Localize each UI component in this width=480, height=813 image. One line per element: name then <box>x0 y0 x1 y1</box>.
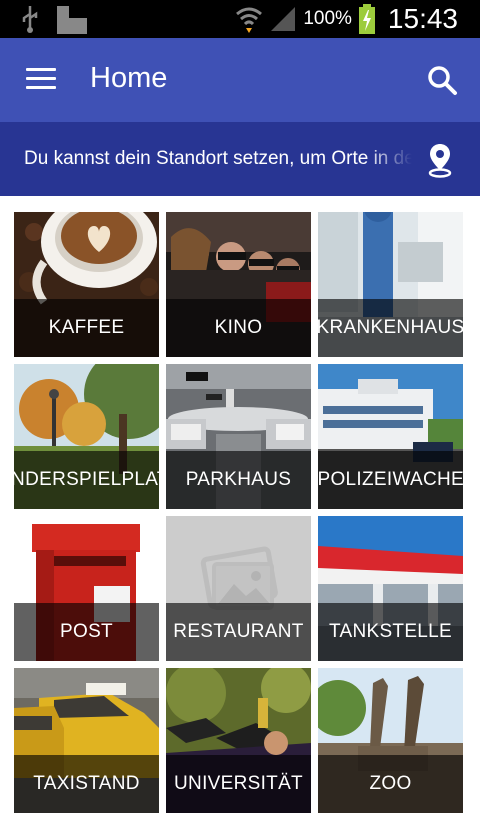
clock: 15:43 <box>387 3 458 34</box>
image-notification-icon <box>57 6 87 34</box>
category-tile-krankenhaus[interactable]: KRANKENHAUS <box>318 212 463 357</box>
category-tile-post[interactable]: POST <box>14 516 159 661</box>
page-title: Home <box>90 62 168 94</box>
category-tile-kino[interactable]: KINO <box>166 212 311 357</box>
category-label: TAXISTAND <box>33 773 140 794</box>
wifi-icon <box>236 7 263 33</box>
category-tile-parkhaus[interactable]: PARKHAUS <box>166 364 311 509</box>
status-bar: 100% 15:43 <box>0 0 480 38</box>
battery-percent: 100% <box>303 8 352 29</box>
location-banner[interactable]: Du kannst dein Standort setzen, um Orte … <box>0 122 480 196</box>
signal-icon <box>271 7 296 31</box>
usb-icon <box>22 6 38 33</box>
location-pin-icon[interactable] <box>426 142 454 178</box>
category-tile-taxistand[interactable]: TAXISTAND <box>14 668 159 813</box>
app-bar: Home <box>0 38 480 122</box>
category-label: PARKHAUS <box>185 469 292 490</box>
category-tile-kaffee[interactable]: KAFFEE <box>14 212 159 357</box>
category-tile-kinderspielplatz[interactable]: KINDERSPIELPLATZ <box>14 364 159 509</box>
category-label: KRANKENHAUS <box>318 317 463 338</box>
category-tile-universitaet[interactable]: UNIVERSITÄT <box>166 668 311 813</box>
category-label: UNIVERSITÄT <box>174 773 303 794</box>
category-label: TANKSTELLE <box>328 621 453 642</box>
category-tile-zoo[interactable]: ZOO <box>318 668 463 813</box>
category-grid: KAFFEE KINO KRANKENHAUS NDERSPIELPLA PAR… <box>14 212 466 813</box>
category-label: ZOO <box>369 773 412 794</box>
category-label: KAFFEE <box>48 317 125 338</box>
banner-text: Du kannst dein Standort setzen, um Orte … <box>24 148 412 169</box>
category-label: KINO <box>214 317 263 338</box>
category-label: RESTAURANT <box>173 621 304 642</box>
hamburger-menu-icon[interactable] <box>26 68 58 92</box>
category-tile-restaurant[interactable]: RESTAURANT <box>166 516 311 661</box>
battery-charging-icon <box>358 4 375 34</box>
search-icon[interactable] <box>426 64 458 96</box>
category-tile-tankstelle[interactable]: TANKSTELLE <box>318 516 463 661</box>
category-label: POLIZEIWACHE <box>318 469 463 490</box>
category-label: POST <box>60 621 113 642</box>
category-tile-polizeiwache[interactable]: POLIZEIWACHE <box>318 364 463 509</box>
category-label: KINDERSPIELPLATZ <box>14 469 159 490</box>
